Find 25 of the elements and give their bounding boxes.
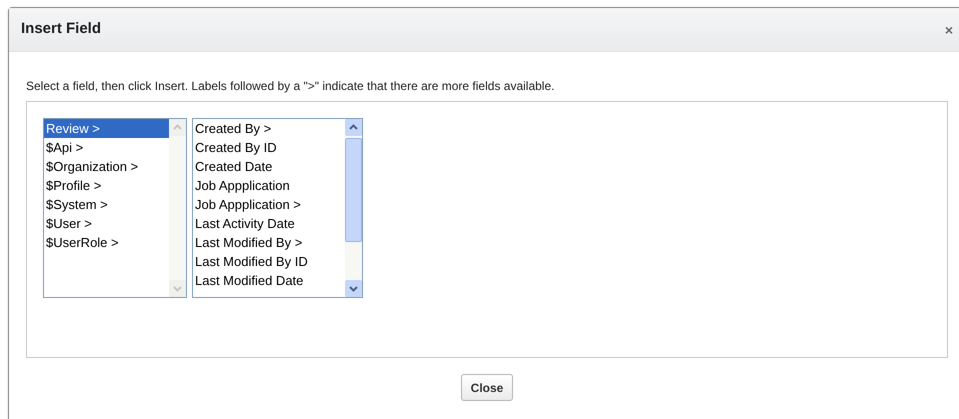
list-item[interactable]: Job Appplication > (193, 195, 345, 214)
list-item[interactable]: Created Date (193, 157, 345, 176)
field-list[interactable]: Created By > Created By ID Created Date Job Appplication Job Appplication > Last Activity Date Last Modified By > Last Modified By ID Last Modified Date (192, 118, 363, 298)
dialog-title: Insert Field (21, 19, 102, 40)
close-button[interactable]: Close (460, 374, 514, 401)
list-item[interactable]: $User > (44, 214, 169, 233)
list-item[interactable]: Created By > (193, 119, 345, 138)
list-item[interactable]: Created By ID (193, 138, 345, 157)
scroll-up-icon[interactable] (345, 119, 362, 136)
list-item[interactable]: Last Modified By > (193, 233, 345, 252)
list-item[interactable]: Review > (44, 119, 169, 138)
instruction-text: Select a field, then click Insert. Labels followed by a ">" indicate that there are more fields available. (26, 79, 556, 93)
list-item[interactable]: $Organization > (44, 157, 169, 176)
list-item[interactable]: $Profile > (44, 176, 169, 195)
list-item[interactable]: $UserRole > (44, 233, 169, 252)
field-list[interactable]: Review > $Api > $Organization > $Profile > $System > $User > $UserRole > (43, 118, 187, 298)
list-item[interactable]: Job Appplication (193, 176, 345, 195)
list-item[interactable]: Last Activity Date (193, 214, 345, 233)
list-item[interactable]: $System > (44, 195, 169, 214)
scroll-thumb[interactable] (345, 138, 362, 242)
scroll-down-icon[interactable] (345, 280, 362, 297)
list-item[interactable]: Last Modified By ID (193, 252, 345, 271)
scrollbar[interactable] (345, 119, 362, 297)
list-item[interactable]: $Api > (44, 138, 169, 157)
list-item[interactable]: Last Modified Date (193, 271, 345, 290)
